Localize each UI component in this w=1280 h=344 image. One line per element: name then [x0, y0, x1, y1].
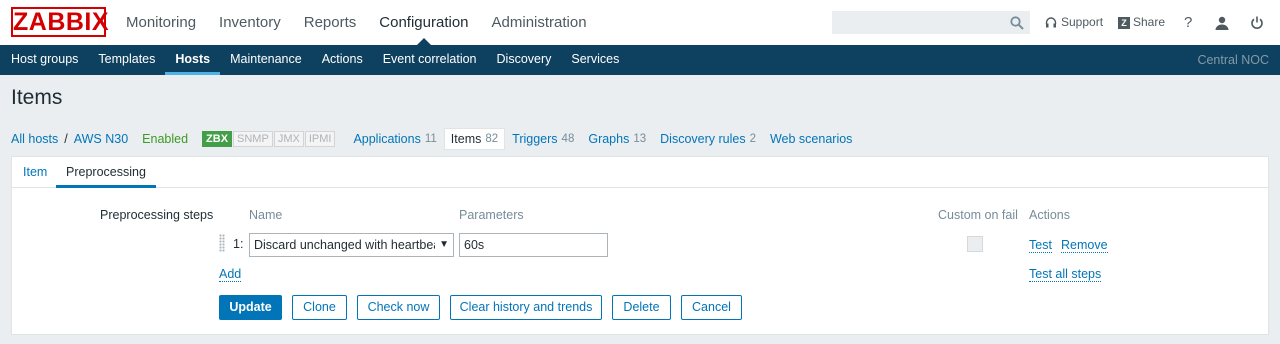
- submenu-maintenance[interactable]: Maintenance: [220, 45, 312, 75]
- custom-on-fail-checkbox[interactable]: [967, 236, 983, 252]
- tab-items[interactable]: Items 82: [443, 128, 506, 150]
- zabbix-logo[interactable]: ZABBIX: [11, 7, 109, 37]
- header-parameters: Parameters: [459, 208, 524, 222]
- check-now-button[interactable]: Check now: [357, 295, 440, 320]
- tab-graphs[interactable]: Graphs 13: [588, 128, 646, 150]
- submenu-discovery[interactable]: Discovery: [487, 45, 562, 75]
- tab-items-count: 82: [485, 133, 499, 145]
- test-all-steps-link[interactable]: Test all steps: [1029, 267, 1102, 282]
- sub-menu: Host groups Templates Hosts Maintenance …: [0, 45, 629, 75]
- breadcrumb: All hosts / AWS N30 Enabled ZBX SNMP JMX…: [11, 128, 866, 150]
- submenu-services[interactable]: Services: [561, 45, 629, 75]
- availability-badges: ZBX SNMP JMX IPMI: [202, 131, 336, 147]
- share-link[interactable]: Z Share: [1118, 0, 1165, 45]
- item-form: Item Preprocessing Preprocessing steps N…: [11, 156, 1269, 335]
- search-icon[interactable]: [1010, 16, 1024, 30]
- menu-inventory[interactable]: Inventory: [219, 0, 281, 45]
- share-label: Share: [1133, 15, 1166, 29]
- badge-ipmi: IPMI: [304, 131, 336, 147]
- tab-web-scenarios[interactable]: Web scenarios: [770, 128, 852, 150]
- tab-item[interactable]: Item: [23, 157, 47, 188]
- tab-preprocessing[interactable]: Preprocessing: [56, 157, 156, 188]
- tab-discovery-rules[interactable]: Discovery rules 2: [660, 128, 756, 150]
- support-link[interactable]: Support: [1045, 0, 1103, 45]
- tab-web-scenarios-label: Web scenarios: [769, 132, 853, 146]
- add-step-link[interactable]: Add: [219, 267, 242, 282]
- delete-button[interactable]: Delete: [612, 295, 671, 320]
- step-number: 1:: [233, 237, 244, 251]
- tab-graphs-count: 13: [633, 133, 647, 145]
- step-type-value: Discard unchanged with heartbeat: [254, 238, 444, 252]
- sign-out-button[interactable]: [1250, 0, 1264, 45]
- tab-triggers-label: Triggers: [512, 132, 558, 146]
- cancel-button[interactable]: Cancel: [681, 295, 742, 320]
- tab-triggers-count: 48: [561, 133, 575, 145]
- header-actions: Actions: [1029, 208, 1070, 222]
- sub-menu-bar: Host groups Templates Hosts Maintenance …: [0, 45, 1280, 75]
- update-button[interactable]: Update: [219, 295, 282, 320]
- breadcrumb-separator: /: [64, 132, 68, 146]
- tab-graphs-label: Graphs: [588, 132, 630, 146]
- menu-administration[interactable]: Administration: [492, 0, 587, 45]
- host-status-enabled[interactable]: Enabled: [142, 132, 188, 146]
- submenu-actions[interactable]: Actions: [312, 45, 373, 75]
- server-name: Central NOC: [1197, 53, 1269, 67]
- submenu-hosts[interactable]: Hosts: [165, 45, 220, 75]
- user-profile-button[interactable]: [1215, 0, 1229, 45]
- breadcrumb-all-hosts[interactable]: All hosts: [11, 132, 58, 146]
- remove-step-link[interactable]: Remove: [1061, 238, 1108, 253]
- badge-jmx: JMX: [273, 131, 304, 147]
- form-tabs: Item Preprocessing: [12, 157, 1268, 188]
- tab-applications-label: Applications: [353, 132, 421, 146]
- step-type-select[interactable]: Discard unchanged with heartbeat ▼: [249, 233, 454, 257]
- submenu-templates[interactable]: Templates: [88, 45, 165, 75]
- badge-zbx: ZBX: [202, 131, 233, 147]
- headset-icon: [1045, 16, 1057, 27]
- tab-items-label: Items: [450, 132, 482, 146]
- drag-handle-icon[interactable]: [219, 234, 225, 252]
- tab-discovery-rules-count: 2: [749, 133, 756, 145]
- tab-triggers[interactable]: Triggers 48: [512, 128, 574, 150]
- breadcrumb-host[interactable]: AWS N30: [74, 132, 128, 146]
- test-step-link[interactable]: Test: [1029, 238, 1052, 253]
- step-parameter-input[interactable]: 60s: [459, 233, 608, 257]
- badge-snmp: SNMP: [233, 131, 273, 147]
- dropdown-arrow-icon: ▼: [435, 234, 449, 256]
- menu-reports[interactable]: Reports: [304, 0, 357, 45]
- main-menu: Monitoring Inventory Reports Configurati…: [126, 0, 610, 45]
- search-input[interactable]: [832, 11, 1030, 34]
- preprocessing-steps-label: Preprocessing steps: [100, 208, 214, 222]
- support-label: Support: [1061, 15, 1104, 29]
- menu-configuration[interactable]: Configuration: [379, 0, 469, 45]
- header-name: Name: [249, 208, 283, 222]
- top-header: ZABBIX Monitoring Inventory Reports Conf…: [0, 0, 1280, 45]
- help-icon[interactable]: ?: [1184, 0, 1192, 45]
- submenu-host-groups[interactable]: Host groups: [0, 45, 88, 75]
- share-logo-icon: Z: [1118, 16, 1130, 29]
- submenu-event-correlation[interactable]: Event correlation: [373, 45, 487, 75]
- tab-applications-count: 11: [424, 133, 437, 145]
- clone-button[interactable]: Clone: [292, 295, 347, 320]
- clear-history-button[interactable]: Clear history and trends: [450, 295, 602, 320]
- header-custom-on-fail: Custom on fail: [938, 208, 1018, 222]
- tab-discovery-rules-label: Discovery rules: [660, 132, 746, 146]
- tab-applications[interactable]: Applications 11: [353, 128, 436, 150]
- power-icon: [1251, 16, 1263, 29]
- page-title: Items: [11, 86, 63, 109]
- menu-monitoring[interactable]: Monitoring: [126, 0, 196, 45]
- user-icon: [1215, 16, 1229, 30]
